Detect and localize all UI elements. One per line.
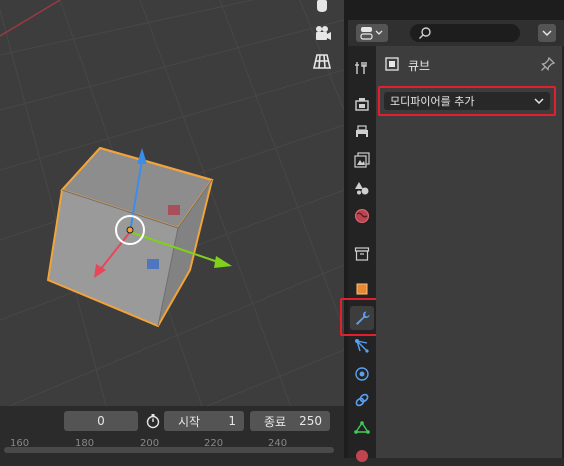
properties-header xyxy=(348,20,564,46)
scene-icon xyxy=(355,182,369,195)
object-type-icon xyxy=(384,56,400,72)
tab-object[interactable] xyxy=(350,276,374,300)
properties-top-strip xyxy=(348,0,564,20)
pin-icon[interactable] xyxy=(540,56,556,72)
start-frame-value: 1 xyxy=(228,414,236,428)
world-icon xyxy=(355,209,369,223)
x-axis-line xyxy=(0,0,61,37)
add-modifier-highlight xyxy=(378,86,556,116)
stopwatch-icon[interactable] xyxy=(144,412,162,430)
timeline-ruler[interactable]: 160 180 200 220 240 xyxy=(0,436,344,458)
tab-render[interactable] xyxy=(350,92,374,116)
collection-icon xyxy=(354,247,370,261)
editor-type-icon xyxy=(360,27,383,40)
end-frame-label: 종료 xyxy=(264,414,287,429)
tab-particles[interactable] xyxy=(350,334,374,358)
properties-tabs xyxy=(348,46,376,462)
tab-view-layer[interactable] xyxy=(350,148,374,172)
output-icon xyxy=(356,125,368,138)
chevron-down-icon xyxy=(542,30,552,37)
viewport-grid xyxy=(0,0,344,458)
particles-icon xyxy=(355,339,369,353)
view-layer-icon xyxy=(354,152,370,168)
tab-tool[interactable] xyxy=(350,56,374,80)
current-frame-value: 0 xyxy=(97,414,105,428)
tab-world[interactable] xyxy=(350,204,374,228)
tab-material[interactable] xyxy=(350,442,374,466)
data-icon xyxy=(354,421,370,434)
start-frame-field[interactable]: 시작 1 xyxy=(164,411,244,431)
tab-physics[interactable] xyxy=(350,362,374,386)
tab-scene[interactable] xyxy=(350,176,374,200)
cube-object[interactable] xyxy=(46,146,214,328)
search-input[interactable] xyxy=(410,24,520,42)
properties-editor: 큐브 모디파이어를 추가 xyxy=(340,0,564,462)
tab-collection[interactable] xyxy=(350,242,374,266)
timeline-header: 0 시작 1 종료 250 xyxy=(0,406,344,436)
object-icon xyxy=(356,283,368,295)
tab-data[interactable] xyxy=(350,416,374,440)
start-frame-label: 시작 xyxy=(178,414,201,429)
tab-output[interactable] xyxy=(350,120,374,144)
end-frame-value: 250 xyxy=(299,414,322,428)
grid-view-icon[interactable] xyxy=(308,47,336,75)
timeline-scrollbar[interactable] xyxy=(4,447,334,453)
constraints-icon xyxy=(355,393,369,407)
properties-content: 큐브 모디파이어를 추가 xyxy=(376,46,564,458)
material-icon xyxy=(356,450,368,462)
render-icon xyxy=(355,98,369,111)
options-dropdown-button[interactable] xyxy=(538,24,556,42)
tab-constraints[interactable] xyxy=(350,388,374,412)
camera-view-icon[interactable] xyxy=(308,19,336,47)
physics-icon xyxy=(355,367,369,381)
end-frame-field[interactable]: 종료 250 xyxy=(250,411,330,431)
tool-icon xyxy=(355,62,367,74)
current-frame-field[interactable]: 0 xyxy=(64,411,138,431)
3d-viewport[interactable]: 0 시작 1 종료 250 160 180 200 220 240 xyxy=(0,0,344,458)
editor-type-button[interactable] xyxy=(356,24,388,42)
object-name: 큐브 xyxy=(408,59,431,73)
search-icon xyxy=(419,27,431,39)
